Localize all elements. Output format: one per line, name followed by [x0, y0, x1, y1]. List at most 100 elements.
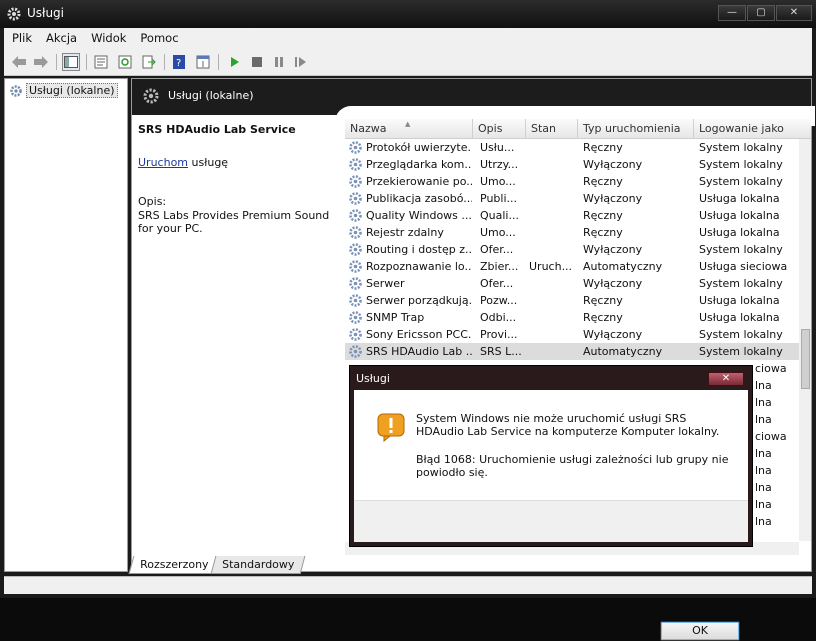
service-gear-icon [348, 140, 363, 155]
cell-state [529, 139, 577, 156]
refresh-icon[interactable] [116, 53, 134, 71]
forward-arrow-icon[interactable] [32, 53, 50, 71]
cell-logon: lna [755, 481, 772, 494]
cell-name: Serwer porządkują... [366, 294, 472, 307]
table-row[interactable]: Przekierowanie po... Umo... Ręczny System l… [345, 173, 799, 190]
cell-logon: lna [755, 396, 772, 409]
cell-state: Uruch... [529, 260, 573, 273]
table-row[interactable]: Serwer porządkują... Pozw... Ręczny Usługa … [345, 292, 799, 309]
table-row[interactable]: Quality Windows ... Quali... Ręczny Usługa … [345, 207, 799, 224]
cell-logon: lna [755, 379, 772, 392]
cell-startup: Wyłączony [583, 277, 643, 290]
cell-name: Przekierowanie po... [366, 175, 472, 188]
service-gear-icon [348, 174, 363, 189]
title-bar[interactable]: Usługi — ▢ ✕ [0, 0, 816, 28]
dialog-message: System Windows nie może uruchomić usługi… [416, 412, 720, 438]
service-gear-icon [348, 310, 363, 325]
table-row[interactable]: Przeglądarka kom... Utrzy... Wyłączony Syst… [345, 156, 799, 173]
cell-startup: Ręczny [583, 141, 623, 154]
table-row[interactable]: SRS HDAudio Lab ... SRS L... Automatyczny S… [345, 343, 799, 360]
table-row[interactable]: Routing i dostęp z... Ofer... Wyłączony Sys… [345, 241, 799, 258]
column-startup[interactable]: Typ uruchomienia [578, 119, 694, 139]
service-gear-icon [348, 276, 363, 291]
cell-logon: lna [755, 413, 772, 426]
column-logon[interactable]: Logowanie jako [694, 119, 811, 139]
service-description-panel: SRS HDAudio Lab Service Uruchom usługę O… [138, 123, 338, 235]
cell-logon: lna [755, 447, 772, 460]
play-icon[interactable] [226, 53, 244, 71]
tab-standard[interactable]: Standardowy [211, 556, 307, 574]
vertical-scrollbar[interactable] [799, 139, 811, 541]
cell-name: Publikacja zasobó... [366, 192, 472, 205]
menu-widok[interactable]: Widok [91, 31, 126, 45]
ok-button[interactable]: OK [660, 621, 740, 641]
cell-state [529, 292, 577, 309]
table-row[interactable]: SNMP Trap Odbi... Ręczny Usługa lokalna [345, 309, 799, 326]
console-icon[interactable] [194, 53, 212, 71]
cell-startup: Ręczny [583, 311, 623, 324]
table-row[interactable]: Serwer Ofer... Wyłączony System lokalny [345, 275, 799, 292]
cell-desc: Utrzy... [480, 158, 519, 171]
resume-icon[interactable] [292, 53, 310, 71]
cell-desc: Quali... [480, 209, 519, 222]
stop-icon[interactable] [248, 53, 266, 71]
status-bar [4, 576, 812, 594]
help-icon[interactable]: ? [170, 53, 188, 71]
cell-logon: System lokalny [699, 141, 783, 154]
cell-name: SNMP Trap [366, 311, 425, 324]
properties-icon[interactable] [92, 53, 110, 71]
tree-item-local-services[interactable]: Usługi (lokalne) [9, 83, 118, 98]
cell-desc: SRS L... [480, 345, 522, 358]
cell-logon: Usługa lokalna [699, 294, 780, 307]
cell-logon: Usługa lokalna [699, 192, 780, 205]
start-service-link[interactable]: Uruchom [138, 156, 188, 169]
cell-desc: Publi... [480, 192, 517, 205]
table-row[interactable]: Sony Ericsson PCC... Provi... Wyłączony Sys… [345, 326, 799, 343]
column-desc[interactable]: Opis [473, 119, 526, 139]
cell-name: SRS HDAudio Lab ... [366, 345, 472, 358]
column-state[interactable]: Stan [526, 119, 578, 139]
cell-desc: Usłu... [480, 141, 515, 154]
cell-logon: lna [755, 498, 772, 511]
maximize-button[interactable]: ▢ [747, 5, 775, 21]
tab-extended[interactable]: Rozszerzony [128, 556, 220, 574]
table-row[interactable]: Protokół uwierzyte... Usłu... Ręczny System… [345, 139, 799, 156]
service-gear-icon [348, 208, 363, 223]
cell-logon: System lokalny [699, 345, 783, 358]
close-button[interactable]: ✕ [776, 5, 812, 21]
pause-icon[interactable] [270, 53, 288, 71]
column-name[interactable]: Nazwa ▲ [345, 119, 473, 139]
export-icon[interactable] [140, 53, 158, 71]
dialog-close-button[interactable]: ✕ [708, 372, 744, 386]
cell-logon: lna [755, 464, 772, 477]
view-tabs: Rozszerzony Standardowy [128, 556, 307, 574]
cell-logon: System lokalny [699, 243, 783, 256]
tree-item-label: Usługi (lokalne) [26, 83, 118, 98]
table-row[interactable]: Rozpoznawanie lo... Zbier... Uruch... Autom… [345, 258, 799, 275]
cell-state [529, 241, 577, 258]
cell-desc: Ofer... [480, 277, 514, 290]
back-arrow-icon[interactable] [10, 53, 28, 71]
services-gear-icon [7, 7, 21, 21]
cell-state [529, 309, 577, 326]
cell-state [529, 173, 577, 190]
service-gear-icon [348, 327, 363, 342]
description-text: SRS Labs Provides Premium Sound for your… [138, 209, 330, 235]
menu-bar: Plik Akcja Widok Pomoc [4, 28, 812, 48]
menu-plik[interactable]: Plik [12, 31, 32, 45]
menu-akcja[interactable]: Akcja [46, 31, 77, 45]
table-row[interactable]: Publikacja zasobó... Publi... Wyłączony Usł… [345, 190, 799, 207]
minimize-button[interactable]: — [718, 5, 746, 21]
cell-name: Serwer [366, 277, 405, 290]
cell-state [529, 224, 577, 241]
window-title: Usługi [27, 6, 65, 20]
cell-startup: Ręczny [583, 209, 623, 222]
error-dialog: Usługi ✕ System Windows nie może uruchom… [349, 365, 753, 641]
service-gear-icon [348, 293, 363, 308]
menu-pomoc[interactable]: Pomoc [140, 31, 178, 45]
cell-desc: Umo... [480, 226, 516, 239]
table-row[interactable]: Rejestr zdalny Umo... Ręczny Usługa lokalna [345, 224, 799, 241]
cell-startup: Automatyczny [583, 345, 663, 358]
show-tree-icon[interactable] [62, 53, 80, 71]
cell-logon: System lokalny [699, 158, 783, 171]
